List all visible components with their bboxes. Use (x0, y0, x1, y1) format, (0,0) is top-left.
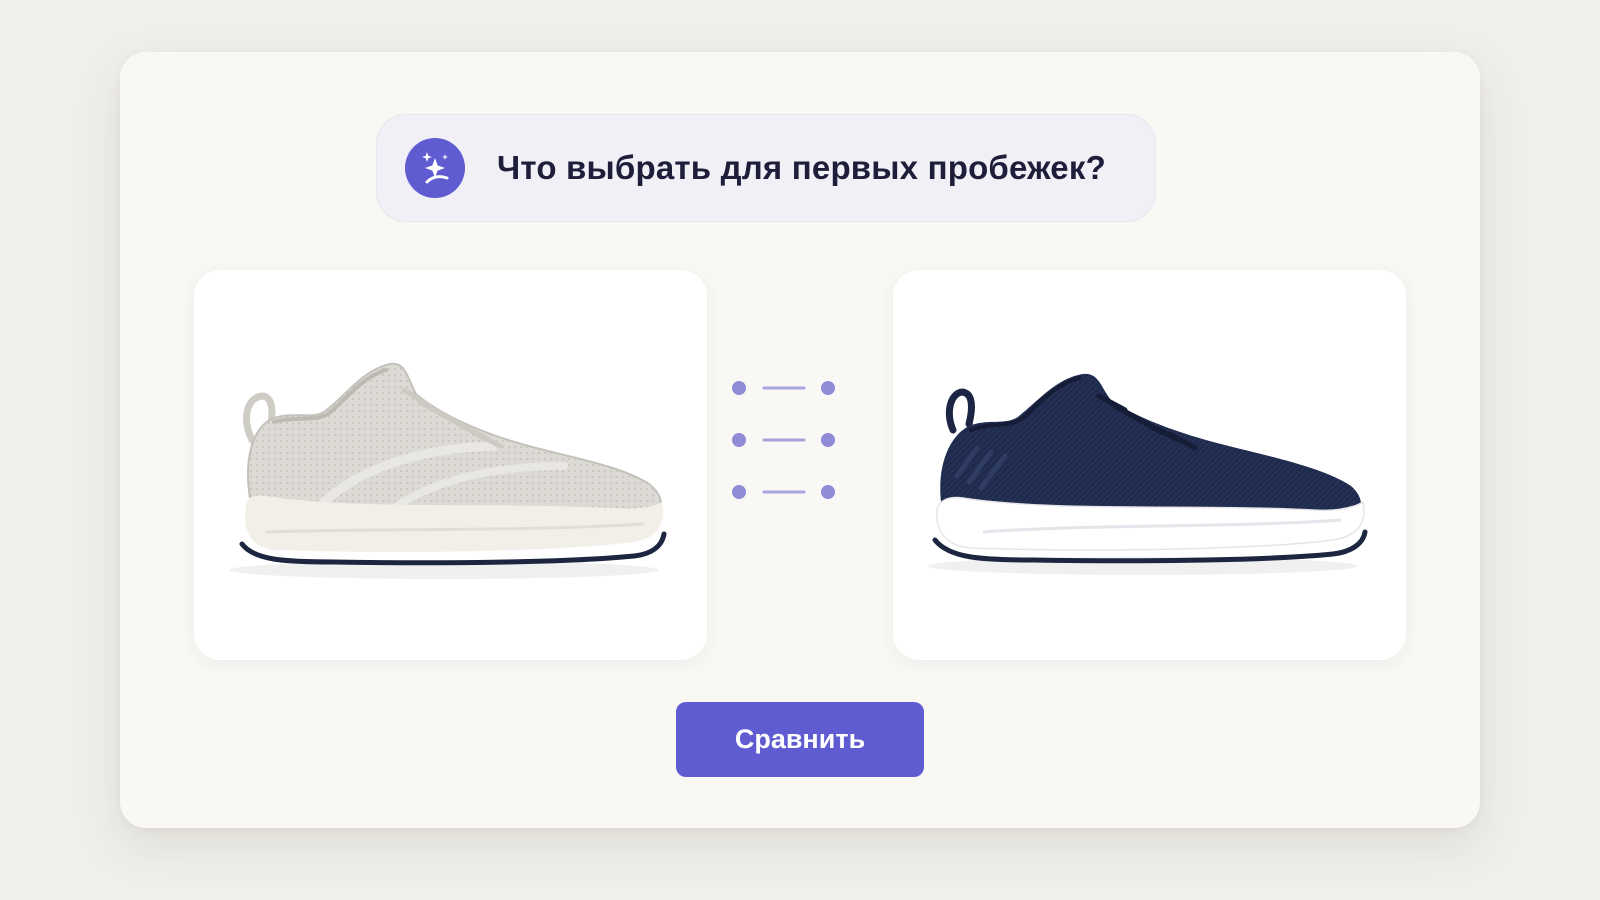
question-text: Что выбрать для первых пробежек? (497, 149, 1106, 186)
sparkles-icon (405, 138, 465, 198)
sneaker-navy-icon (928, 373, 1368, 575)
comparison-panel: Что выбрать для первых пробежек? Сравнит… (120, 52, 1480, 828)
product-card-navy-sneaker[interactable] (893, 270, 1406, 660)
compare-lines-icon (732, 381, 835, 499)
question-bubble: Что выбрать для первых пробежек? (376, 114, 1156, 222)
product-card-light-sneaker[interactable] (194, 270, 707, 660)
compare-button[interactable]: Сравнить (676, 702, 924, 777)
sneaker-light-icon (229, 362, 667, 579)
